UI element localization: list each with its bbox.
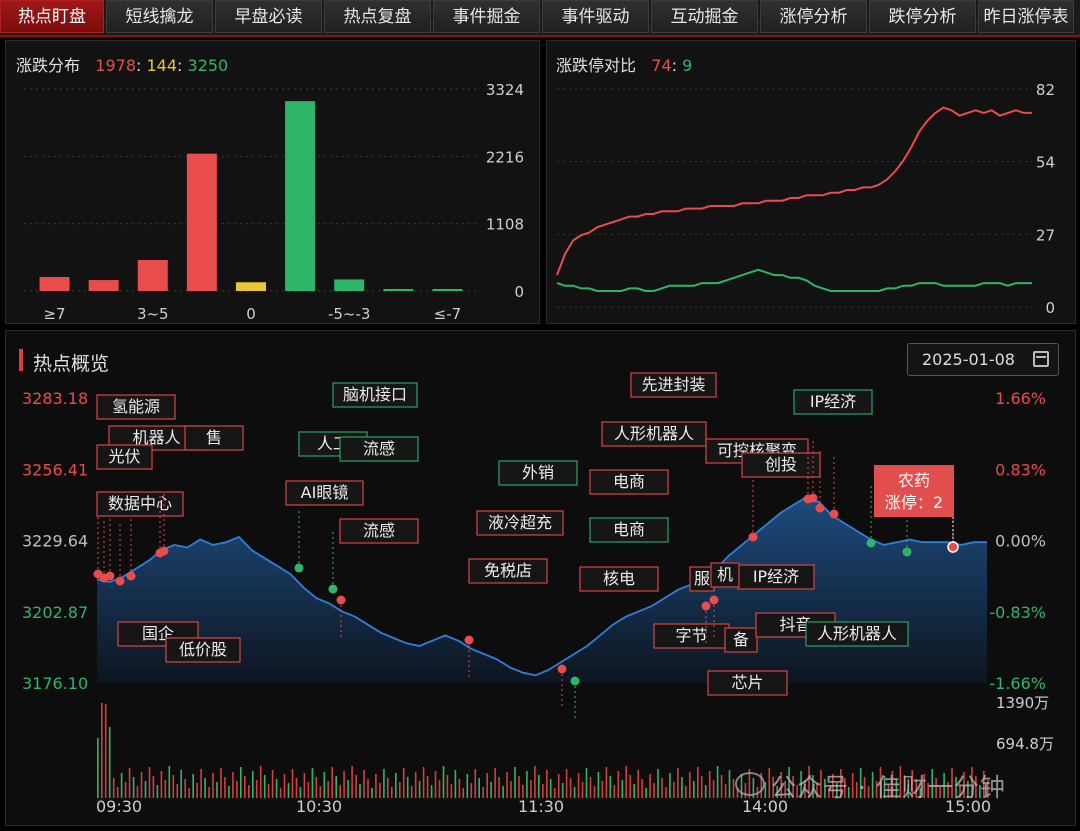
- tab-morning-read[interactable]: 早盘必读: [215, 0, 322, 33]
- watermark-text: 公众号 · 佳财一分钟: [771, 773, 1006, 802]
- y-tick-label: 54: [1036, 154, 1055, 172]
- x-tick-label: ≤-7: [434, 305, 462, 323]
- series-line: [556, 268, 1032, 292]
- bar: [186, 153, 217, 291]
- y-tick-label: 2216: [486, 148, 524, 166]
- overview-title: 热点概览: [33, 353, 110, 375]
- calendar-icon[interactable]: [1033, 351, 1049, 367]
- tab-event-mining[interactable]: 事件掘金: [433, 0, 540, 33]
- y-tick-label: 82: [1036, 81, 1055, 99]
- tab-yesterday-limit-up[interactable]: 昨日涨停表: [978, 0, 1074, 33]
- wechat-icon: [735, 772, 765, 796]
- distribution-chart: 3324 2216 1108 0 ≥7 3~5 0 -5~-3 ≤-7: [24, 81, 524, 323]
- bar: [383, 289, 414, 291]
- overview-accent-bar: [19, 349, 23, 371]
- bar: [432, 289, 463, 291]
- limit-compare-panel: 涨跌停对比 74: 9 82 54 27 0: [546, 40, 1076, 324]
- bar: [236, 282, 266, 291]
- series-line: [556, 106, 1032, 276]
- date-value: 2025-01-08: [922, 350, 1015, 369]
- top-tab-bar: 热点盯盘 短线擒龙 早盘必读 热点复盘 事件掘金 事件驱动 互动掘金 涨停分析 …: [0, 0, 1080, 37]
- y-tick-label: 27: [1036, 226, 1055, 244]
- tab-hot-review[interactable]: 热点复盘: [324, 0, 431, 33]
- x-tick-label: 3~5: [137, 305, 169, 323]
- bar: [285, 101, 316, 292]
- tab-short-term-dragon[interactable]: 短线擒龙: [106, 0, 213, 33]
- x-tick-label: ≥7: [43, 305, 65, 323]
- tab-limit-up-analysis[interactable]: 涨停分析: [760, 0, 867, 33]
- y-tick-label: 0: [514, 283, 524, 301]
- tab-event-driven[interactable]: 事件驱动: [542, 0, 649, 33]
- bar: [39, 277, 70, 291]
- y-tick-label: 1108: [486, 216, 524, 234]
- x-tick-label: 0: [246, 305, 256, 323]
- bar: [88, 280, 119, 291]
- limit-compare-chart: 82 54 27 0: [556, 81, 1055, 317]
- y-tick-label: 0: [1045, 299, 1055, 317]
- bar: [334, 279, 365, 291]
- watermark: 公众号 · 佳财一分钟: [735, 768, 1006, 804]
- x-tick-label: -5~-3: [328, 305, 370, 323]
- distribution-panel: 涨跌分布 1978: 144: 3250 3324 2216 1108 0 ≥7 3~5 0…: [5, 40, 540, 324]
- tab-interactive-mining[interactable]: 互动掘金: [651, 0, 758, 33]
- overview-panel: 热点概览: [5, 330, 1076, 826]
- bar: [137, 260, 168, 291]
- y-tick-label: 3324: [486, 81, 524, 99]
- tab-hot-watch[interactable]: 热点盯盘: [0, 0, 104, 33]
- date-picker[interactable]: 2025-01-08: [907, 343, 1059, 376]
- tab-limit-down-analysis[interactable]: 跌停分析: [869, 0, 976, 33]
